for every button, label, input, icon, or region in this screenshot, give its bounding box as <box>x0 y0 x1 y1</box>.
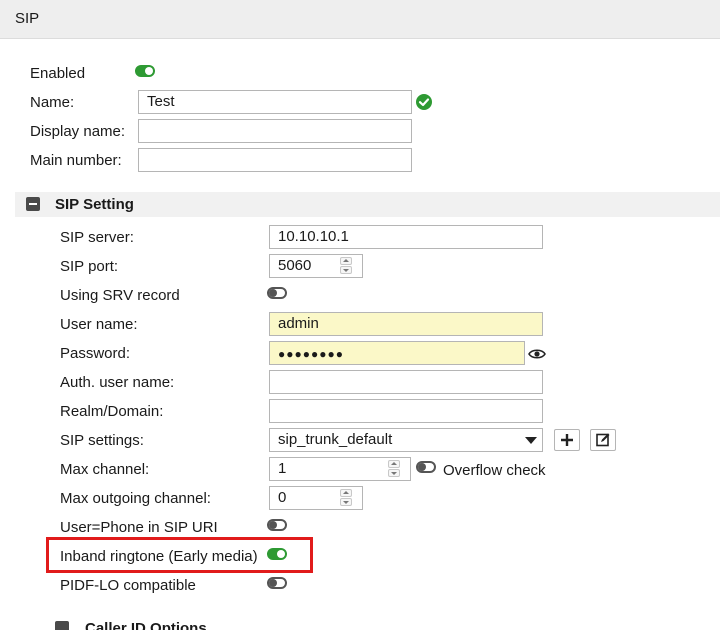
caller-id-section-header[interactable]: Caller ID Options <box>55 618 255 630</box>
pidf-lo-toggle[interactable] <box>267 577 287 589</box>
show-password-icon[interactable] <box>528 347 546 361</box>
sip-setting-title: SIP Setting <box>55 196 134 213</box>
auth-user-name-label: Auth. user name: <box>60 374 175 391</box>
sip-server-label: SIP server: <box>60 229 134 246</box>
user-phone-label: User=Phone in SIP URI <box>60 519 218 536</box>
chevron-down-icon[interactable] <box>525 437 537 444</box>
main-number-label: Main number: <box>30 152 122 169</box>
enabled-label: Enabled <box>30 65 86 82</box>
display-name-input[interactable] <box>138 119 412 143</box>
enabled-toggle[interactable] <box>135 65 155 77</box>
realm-domain-input[interactable] <box>269 399 543 423</box>
max-channel-spinner[interactable] <box>388 460 402 478</box>
collapse-icon[interactable] <box>26 197 40 211</box>
max-outgoing-channel-spinner[interactable] <box>340 489 354 507</box>
display-name-label: Display name: <box>30 123 126 140</box>
inband-ringtone-toggle[interactable] <box>267 548 287 560</box>
add-sip-setting-button[interactable] <box>554 429 580 451</box>
srv-record-label: Using SRV record <box>60 287 180 304</box>
sip-server-input[interactable]: 10.10.10.1 <box>269 225 543 249</box>
sip-setting-section-header[interactable]: SIP Setting <box>15 192 720 217</box>
edit-sip-setting-button[interactable] <box>590 429 616 451</box>
overflow-check-toggle[interactable] <box>416 461 436 473</box>
sip-settings-select[interactable]: sip_trunk_default <box>269 428 543 452</box>
srv-record-toggle[interactable] <box>267 287 287 299</box>
expand-icon[interactable] <box>55 621 69 630</box>
auth-user-name-input[interactable] <box>269 370 543 394</box>
password-input[interactable]: ●●●●●●●● <box>269 341 525 365</box>
sip-port-spinner[interactable] <box>340 257 354 275</box>
valid-check-icon <box>416 94 432 110</box>
user-name-input[interactable]: admin <box>269 312 543 336</box>
max-outgoing-channel-label: Max outgoing channel: <box>60 490 211 507</box>
sip-port-label: SIP port: <box>60 258 119 275</box>
realm-domain-label: Realm/Domain: <box>60 403 164 420</box>
max-channel-label: Max channel: <box>60 461 150 478</box>
overflow-check-label: Overflow check <box>443 462 546 479</box>
page-title: SIP <box>15 10 40 27</box>
page-header: SIP <box>0 0 720 39</box>
password-label: Password: <box>60 345 131 362</box>
inband-ringtone-label: Inband ringtone (Early media) <box>60 548 258 565</box>
name-input[interactable]: Test <box>138 90 412 114</box>
sip-settings-label: SIP settings: <box>60 432 144 449</box>
user-phone-toggle[interactable] <box>267 519 287 531</box>
pidf-lo-label: PIDF-LO compatible <box>60 577 196 594</box>
main-number-input[interactable] <box>138 148 412 172</box>
user-name-label: User name: <box>60 316 138 333</box>
caller-id-title: Caller ID Options <box>85 620 207 630</box>
name-label: Name: <box>30 94 75 111</box>
